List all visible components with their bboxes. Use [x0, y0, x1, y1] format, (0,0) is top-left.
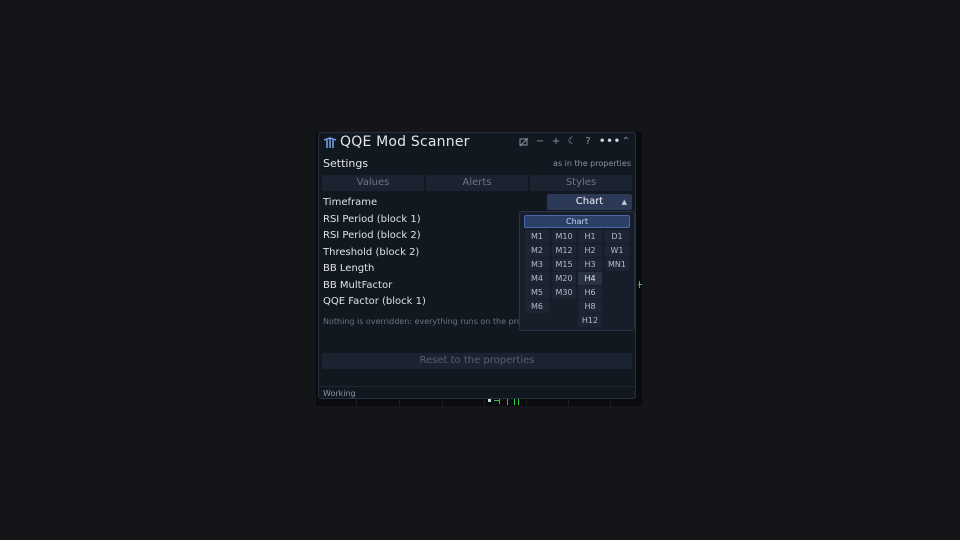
- timeframe-option-m1[interactable]: M1: [525, 230, 549, 243]
- settings-rows: Timeframe RSI Period (block 1) RSI Perio…: [323, 195, 523, 311]
- window-title: QQE Mod Scanner: [340, 134, 470, 150]
- timeframe-option-m30[interactable]: M30: [552, 286, 576, 299]
- row-bb-length: BB Length: [323, 263, 375, 274]
- more-icon[interactable]: •••: [599, 136, 620, 148]
- timeframe-option-m4[interactable]: M4: [525, 272, 549, 285]
- plus-icon[interactable]: +: [551, 136, 561, 148]
- row-rsi-period-block-2: RSI Period (block 2): [323, 230, 421, 241]
- row-threshold-block-2: Threshold (block 2): [323, 246, 420, 258]
- timeframe-option-m5[interactable]: M5: [525, 286, 549, 299]
- tab-styles[interactable]: Styles: [530, 175, 632, 191]
- timeframe-value: Chart: [575, 196, 604, 207]
- settings-note: as in the properties: [553, 159, 631, 168]
- title-bar[interactable]: QQE Mod Scanner − + ☾ ? ••• ⌃: [319, 133, 635, 153]
- timeframe-option-h2[interactable]: H2: [578, 244, 602, 257]
- tab-values[interactable]: Values: [322, 175, 424, 191]
- timeframe-option-m15[interactable]: M15: [552, 258, 576, 271]
- timeframe-option-h12[interactable]: H12: [578, 314, 602, 327]
- row-bb-multfactor: BB MultFactor: [323, 279, 393, 291]
- timeframe-option-h3[interactable]: H3: [578, 258, 602, 271]
- row-timeframe: Timeframe: [323, 197, 378, 208]
- row-qqe-factor-block-1: QQE Factor (block 1): [323, 296, 426, 307]
- title-bar-icons: − + ☾ ? ••• ⌃: [519, 136, 631, 148]
- timeframe-option-m20[interactable]: M20: [552, 272, 576, 285]
- tab-alerts[interactable]: Alerts: [426, 175, 528, 191]
- reset-button[interactable]: Reset to the properties: [322, 353, 632, 369]
- timeframe-option-h8[interactable]: H8: [578, 300, 602, 313]
- moon-icon[interactable]: ☾: [567, 136, 577, 148]
- hide-icon[interactable]: [519, 137, 529, 147]
- timeframe-option-m6[interactable]: M6: [525, 300, 549, 313]
- timeframe-option-chart[interactable]: Chart: [524, 215, 630, 228]
- row-rsi-period-block-1: RSI Period (block 1): [323, 213, 421, 225]
- status-divider: [319, 386, 635, 387]
- timeframe-option-h1[interactable]: H1: [578, 230, 602, 243]
- timeframe-option-w1[interactable]: W1: [605, 244, 629, 257]
- timeframe-option-m2[interactable]: M2: [525, 244, 549, 257]
- timeframe-dropdown: Chart M1 M2 M3 M4 M5 M6 M10 M12 M15 M20 …: [519, 211, 635, 331]
- timeframe-option-m12[interactable]: M12: [552, 244, 576, 257]
- settings-header: Settings: [323, 157, 369, 170]
- timeframe-option-h6[interactable]: H6: [578, 286, 602, 299]
- tab-bar: Values Alerts Styles: [322, 175, 632, 191]
- status-text: Working: [323, 389, 356, 398]
- caret-up-icon: ▲: [621, 198, 627, 206]
- timeframe-option-m10[interactable]: M10: [552, 230, 576, 243]
- override-note: Nothing is overridden: everything runs o…: [323, 317, 550, 326]
- timeframe-option-mn1[interactable]: MN1: [605, 258, 629, 271]
- minus-icon[interactable]: −: [535, 136, 545, 148]
- timeframe-option-m3[interactable]: M3: [525, 258, 549, 271]
- timeframe-select[interactable]: Chart ▲: [547, 194, 632, 210]
- help-icon[interactable]: ?: [583, 136, 593, 148]
- collapse-icon[interactable]: ⌃: [621, 136, 631, 148]
- timeframe-option-h4-selected[interactable]: H4: [578, 272, 602, 285]
- app-logo-icon: [323, 137, 337, 148]
- timeframe-option-d1[interactable]: D1: [605, 230, 629, 243]
